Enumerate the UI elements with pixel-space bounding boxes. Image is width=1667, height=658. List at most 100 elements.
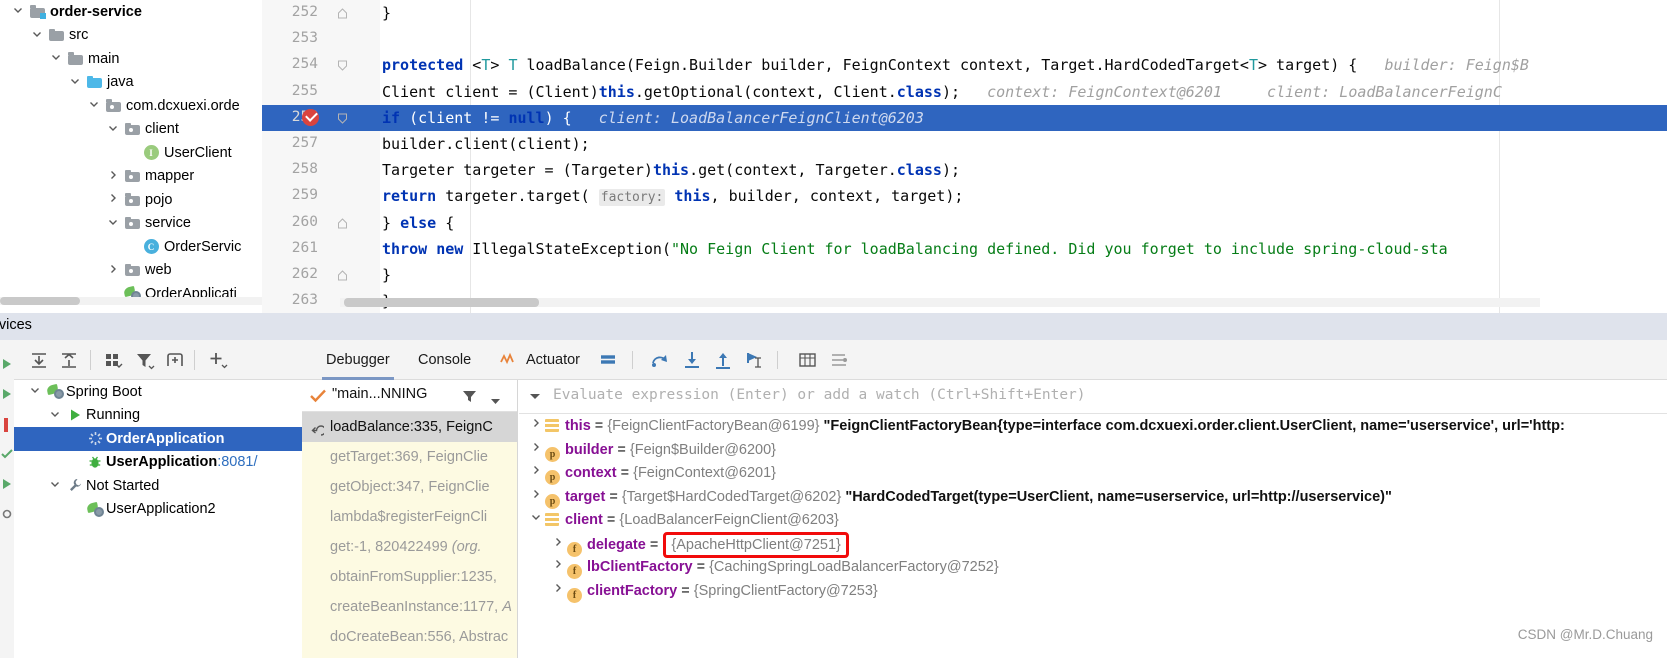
frame-item[interactable]: loadBalance:335, FeignC <box>302 412 517 442</box>
service-item-userapplication2[interactable]: UserApplication2 <box>14 498 302 522</box>
tree-item-src[interactable]: src <box>0 24 262 48</box>
chevron-down-icon[interactable] <box>30 385 40 395</box>
tree-arrow[interactable] <box>85 99 103 112</box>
gutter-line-260[interactable]: 260 <box>262 210 380 236</box>
resume-program-icon[interactable] <box>1 358 13 370</box>
tree-item-service[interactable]: service <box>0 212 262 236</box>
tree-arrow[interactable] <box>104 193 122 206</box>
code-line-256[interactable]: if (client != null) { client: LoadBalanc… <box>380 104 1667 131</box>
frames-pane[interactable]: "main...NNING loadBalance:335, FeignC get… <box>302 380 518 658</box>
code-line-255[interactable]: Client client = (Client)this.getOptional… <box>380 79 1667 105</box>
tree-item-comdcxuexiorde[interactable]: com.dcxuexi.orde <box>0 94 262 118</box>
variable-row-context[interactable]: p context = {FeignContext@6201} <box>519 461 1667 485</box>
gutter-line-252[interactable]: 252 <box>262 0 380 26</box>
service-item-userapplication[interactable]: UserApplication :8081/ <box>14 451 302 475</box>
tree-item-userclient[interactable]: I UserClient <box>0 141 262 165</box>
code-line-260[interactable]: } else { <box>380 210 1667 236</box>
add-frame-icon[interactable] <box>164 350 186 370</box>
chevron-down-icon[interactable] <box>108 217 118 227</box>
gutter-line-255[interactable]: 255 <box>262 79 380 105</box>
debug-step-over-icon[interactable] <box>650 350 670 370</box>
frame-item[interactable]: getObject:347, FeignClie <box>302 472 517 502</box>
project-tree-panel[interactable]: order-service src main java com.dcxuexi.orde… <box>0 0 262 313</box>
chevron-down-icon[interactable] <box>50 409 60 419</box>
chevron-down-icon[interactable] <box>529 393 541 401</box>
rerun-icon[interactable] <box>1 388 13 400</box>
frame-item[interactable]: createBean:516, Abstrac <box>302 652 517 658</box>
add-icon[interactable] <box>206 350 228 370</box>
filter-icon[interactable] <box>134 350 156 370</box>
tab-actuator[interactable]: Actuator <box>492 349 588 371</box>
variable-row-client[interactable]: client = {LoadBalancerFeignClient@6203} <box>519 508 1667 532</box>
tree-item-java[interactable]: java <box>0 71 262 95</box>
debug-evaluate-table-icon[interactable] <box>797 350 817 370</box>
tree-item-mapper[interactable]: mapper <box>0 165 262 189</box>
gutter-line-257[interactable]: 257 <box>262 131 380 157</box>
thread-selector-row[interactable]: "main...NNING <box>302 380 517 412</box>
code-line-259[interactable]: return targeter.target( factory: this, b… <box>380 183 1667 209</box>
gutter-line-259[interactable]: 259 <box>262 183 380 209</box>
code-line-253[interactable] <box>380 26 1667 52</box>
tab-debugger[interactable]: Debugger <box>318 349 398 380</box>
tree-arrow[interactable] <box>47 52 65 65</box>
debug-step-into-icon[interactable] <box>682 350 702 370</box>
tree-arrow[interactable] <box>104 264 122 277</box>
variable-arrow[interactable] <box>527 508 545 532</box>
expand-all-icon[interactable] <box>28 350 50 370</box>
debug-settings-icon[interactable] <box>829 350 849 370</box>
gutter-line-258[interactable]: 258 <box>262 157 380 183</box>
services-toolbar[interactable] <box>14 340 302 380</box>
fold-end-icon[interactable] <box>337 217 348 229</box>
chevron-down-icon[interactable] <box>89 99 99 109</box>
variable-row-delegate[interactable]: f delegate = {ApacheHttpClient@7251} <box>519 531 1667 558</box>
tab-console[interactable]: Console <box>410 349 479 371</box>
service-item-running[interactable]: Running <box>14 404 302 428</box>
stop-icon[interactable] <box>4 418 8 432</box>
frame-item[interactable]: createBeanInstance:1177, A <box>302 592 517 622</box>
code-line-262[interactable]: } <box>380 262 1667 288</box>
chevron-down-icon[interactable] <box>32 29 42 39</box>
editor-horizontal-scrollbar[interactable] <box>344 298 539 307</box>
collapse-all-icon[interactable] <box>58 350 80 370</box>
gutter-line-262[interactable]: 262 <box>262 262 380 288</box>
code-line-254[interactable]: protected <T> T loadBalance(Feign.Builde… <box>380 52 1667 78</box>
checkmark-icon[interactable] <box>1 448 13 460</box>
breakpoint-icon[interactable] <box>302 108 319 126</box>
debug-run-to-cursor-icon[interactable] <box>744 350 764 370</box>
code-line-261[interactable]: throw new IllegalStateException("No Feig… <box>380 236 1667 262</box>
chevron-down-icon[interactable] <box>13 5 23 15</box>
variable-arrow[interactable] <box>549 579 567 603</box>
variable-row-clientFactory[interactable]: f clientFactory = {SpringClientFactory@72… <box>519 579 1667 603</box>
service-arrow[interactable] <box>46 479 64 492</box>
variable-arrow[interactable] <box>549 533 567 557</box>
code-line-252[interactable]: } <box>380 0 1667 26</box>
tree-arrow[interactable] <box>9 5 27 18</box>
project-horizontal-scrollbar[interactable] <box>0 297 80 305</box>
editor-gutter[interactable]: 252 253 254 255 256 257 258 259 260 261 262 263 <box>262 0 380 313</box>
variable-row-target[interactable]: p target = {Target$HardCodedTarget@6202} … <box>519 485 1667 509</box>
chevron-right-icon[interactable] <box>108 193 118 203</box>
gutter-line-256[interactable]: 256 <box>262 104 380 131</box>
service-item-notstarted[interactable]: Not Started <box>14 474 302 498</box>
variable-arrow[interactable] <box>549 555 567 579</box>
service-item-orderapplication[interactable]: OrderApplication <box>14 427 302 451</box>
evaluate-expression-row[interactable]: Evaluate expression (Enter) or add a wat… <box>519 380 1667 414</box>
tree-arrow[interactable] <box>104 217 122 230</box>
code-editor[interactable]: } protected <T> T loadBalance(Feign.Buil… <box>380 0 1667 313</box>
chevron-down-icon[interactable] <box>70 76 80 86</box>
debug-step-out-icon[interactable] <box>713 350 733 370</box>
services-tree[interactable]: Spring Boot Running OrderApplication UserAp… <box>14 380 302 658</box>
frame-item[interactable]: lambda$registerFeignCli <box>302 502 517 532</box>
tree-arrow[interactable] <box>104 123 122 136</box>
variable-arrow[interactable] <box>527 461 545 485</box>
left-icon-strip[interactable] <box>0 340 14 658</box>
tree-item-orderservice[interactable]: order-service <box>0 0 262 24</box>
tree-item-orderservic[interactable]: C OrderServic <box>0 235 262 259</box>
frames-filter-icon[interactable] <box>462 389 477 408</box>
chevron-down-icon[interactable] <box>108 123 118 133</box>
fold-end-icon[interactable] <box>337 8 348 19</box>
tree-item-web[interactable]: web <box>0 259 262 283</box>
variable-arrow[interactable] <box>527 414 545 438</box>
chevron-down-icon[interactable] <box>51 52 61 62</box>
debug-mute-breakpoints-icon[interactable] <box>598 350 618 370</box>
